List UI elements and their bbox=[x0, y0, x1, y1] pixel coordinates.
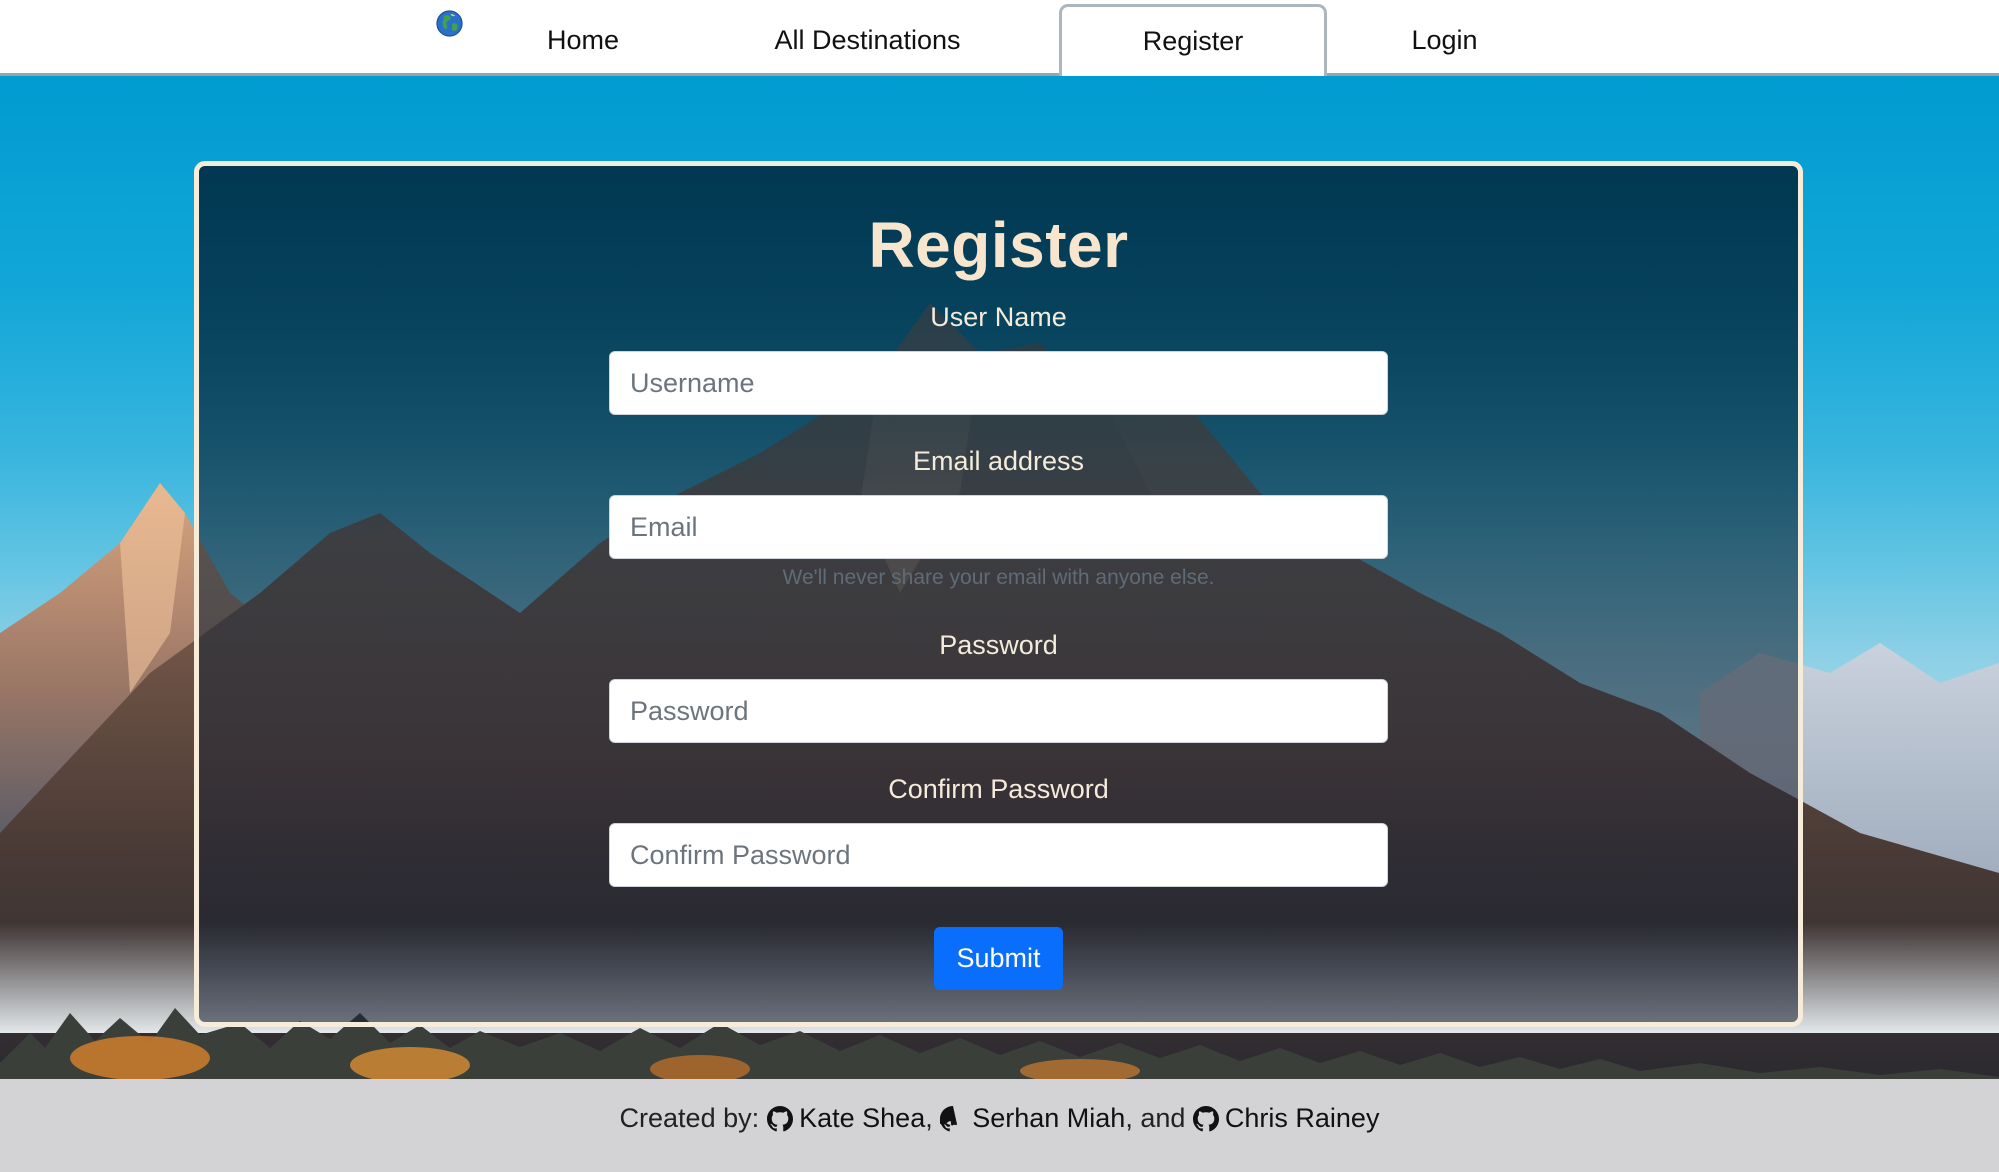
navbar: Home All Destinations Register Login bbox=[0, 0, 1999, 76]
page-title: Register bbox=[868, 209, 1129, 281]
author-name: Kate Shea bbox=[799, 1103, 926, 1133]
author-name: Serhan Miah bbox=[972, 1103, 1126, 1133]
author-link-serhan-miah[interactable]: Serhan Miah bbox=[940, 1103, 1125, 1134]
author-link-kate-shea[interactable]: Kate Shea bbox=[759, 1103, 925, 1134]
footer-separator: , bbox=[925, 1103, 941, 1133]
password-label: Password bbox=[939, 630, 1058, 660]
password-input[interactable] bbox=[609, 679, 1388, 743]
nav-link-register[interactable]: Register bbox=[1059, 4, 1327, 76]
author-name: Chris Rainey bbox=[1224, 1103, 1380, 1133]
confirm-password-label: Confirm Password bbox=[888, 774, 1109, 804]
author-link-chris-rainey[interactable]: Chris Rainey bbox=[1192, 1103, 1380, 1134]
globe-icon[interactable] bbox=[436, 10, 463, 37]
email-help-text: We'll never share your email with anyone… bbox=[782, 566, 1215, 589]
footer: Created by: Kate Shea , Serhan Miah , an… bbox=[0, 1079, 1999, 1172]
nav-link-all-destinations[interactable]: All Destinations bbox=[676, 0, 1059, 76]
github-icon bbox=[1192, 1105, 1219, 1131]
nav-link-login[interactable]: Login bbox=[1327, 0, 1562, 76]
footer-prefix: Created by: bbox=[619, 1103, 760, 1133]
footer-separator: , and bbox=[1125, 1103, 1193, 1133]
email-input[interactable] bbox=[609, 495, 1388, 559]
submit-button[interactable]: Submit bbox=[934, 927, 1063, 990]
github-icon bbox=[940, 1105, 958, 1131]
username-label: User Name bbox=[930, 302, 1067, 332]
register-card: Register User Name Email address We'll n… bbox=[194, 161, 1803, 1027]
github-icon bbox=[767, 1105, 794, 1131]
email-label: Email address bbox=[912, 446, 1085, 476]
confirm-password-input[interactable] bbox=[609, 823, 1388, 887]
nav-link-home[interactable]: Home bbox=[490, 0, 676, 76]
username-input[interactable] bbox=[609, 351, 1388, 415]
nav-links: Home All Destinations Register Login bbox=[490, 0, 1562, 76]
